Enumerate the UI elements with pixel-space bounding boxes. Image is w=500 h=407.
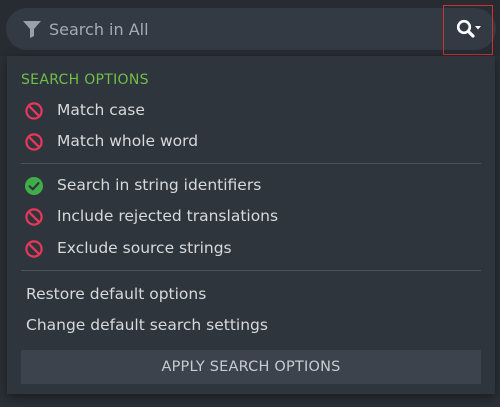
search-options-toggle-button[interactable]	[443, 5, 493, 55]
divider	[21, 163, 481, 164]
no-entry-icon	[25, 133, 43, 151]
top-bar	[0, 0, 500, 56]
no-entry-icon	[25, 240, 43, 258]
no-entry-icon	[25, 102, 43, 120]
option-label: Match case	[57, 101, 145, 119]
section-title: SEARCH OPTIONS	[21, 72, 149, 88]
option-label: Match whole word	[57, 132, 199, 150]
divider	[21, 270, 481, 271]
option-label: Exclude source strings	[57, 239, 232, 257]
no-entry-icon	[25, 208, 43, 226]
filter-icon[interactable]	[22, 19, 42, 39]
restore-default-options-link[interactable]: Restore default options	[26, 285, 206, 303]
caret-down-icon	[475, 26, 481, 30]
option-label: Search in string identifiers	[57, 176, 262, 194]
apply-search-options-button[interactable]: APPLY SEARCH OPTIONS	[21, 350, 481, 384]
search-input[interactable]	[49, 14, 429, 44]
option-label: Include rejected translations	[57, 207, 279, 225]
search-icon	[456, 19, 475, 38]
search-box	[6, 8, 496, 50]
check-circle-icon	[25, 177, 43, 195]
change-default-search-settings-link[interactable]: Change default search settings	[26, 316, 268, 334]
search-options-panel: SEARCH OPTIONS Match case Match whole wo…	[7, 56, 495, 394]
